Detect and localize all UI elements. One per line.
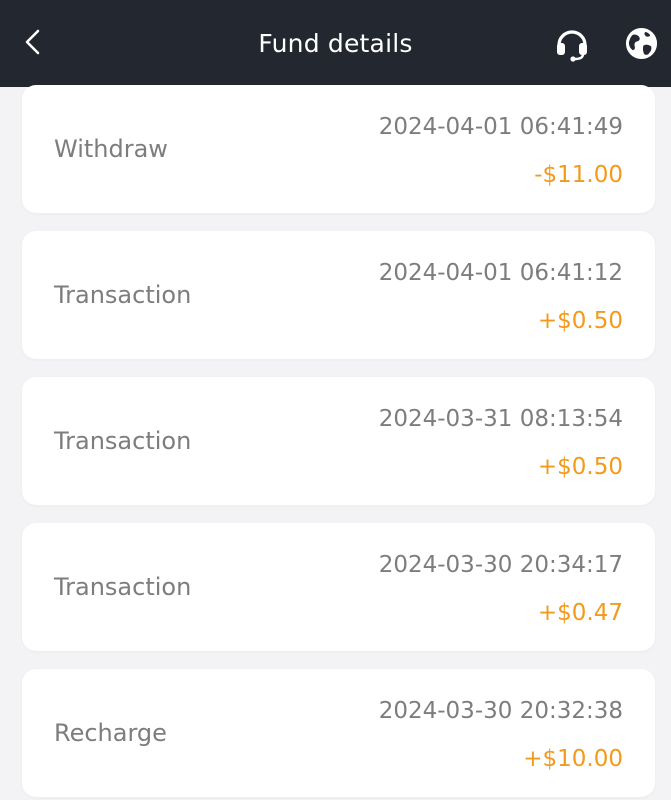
record-time: 2024-03-30 20:32:38 xyxy=(378,698,623,724)
record-type: Recharge xyxy=(54,719,167,747)
list-item[interactable]: Transaction 2024-03-30 20:34:17 +$0.47 xyxy=(22,523,655,651)
record-amount: +$0.50 xyxy=(537,308,623,334)
record-type: Withdraw xyxy=(54,135,168,163)
language-button[interactable] xyxy=(624,26,659,61)
record-amount: -$11.00 xyxy=(534,162,623,188)
record-time: 2024-03-31 08:13:54 xyxy=(378,406,623,432)
record-type: Transaction xyxy=(54,427,192,455)
list-item[interactable]: Recharge 2024-03-30 20:32:38 +$10.00 xyxy=(22,669,655,797)
list-item[interactable]: Transaction 2024-04-01 06:41:12 +$0.50 xyxy=(22,231,655,359)
list-item[interactable]: Withdraw 2024-04-01 06:41:49 -$11.00 xyxy=(22,85,655,213)
customer-support-button[interactable] xyxy=(553,25,591,63)
headset-icon xyxy=(557,30,587,62)
globe-icon xyxy=(625,27,658,60)
record-time: 2024-04-01 06:41:49 xyxy=(378,114,623,140)
record-amount: +$10.00 xyxy=(523,746,623,772)
record-type: Transaction xyxy=(54,573,192,601)
app-header: Fund details xyxy=(0,0,671,87)
list-item[interactable]: Transaction 2024-03-31 08:13:54 +$0.50 xyxy=(22,377,655,505)
record-time: 2024-03-30 20:34:17 xyxy=(378,552,623,578)
record-time: 2024-04-01 06:41:12 xyxy=(378,260,623,286)
record-type: Transaction xyxy=(54,281,192,309)
record-amount: +$0.47 xyxy=(537,600,623,626)
record-amount: +$0.50 xyxy=(537,454,623,480)
